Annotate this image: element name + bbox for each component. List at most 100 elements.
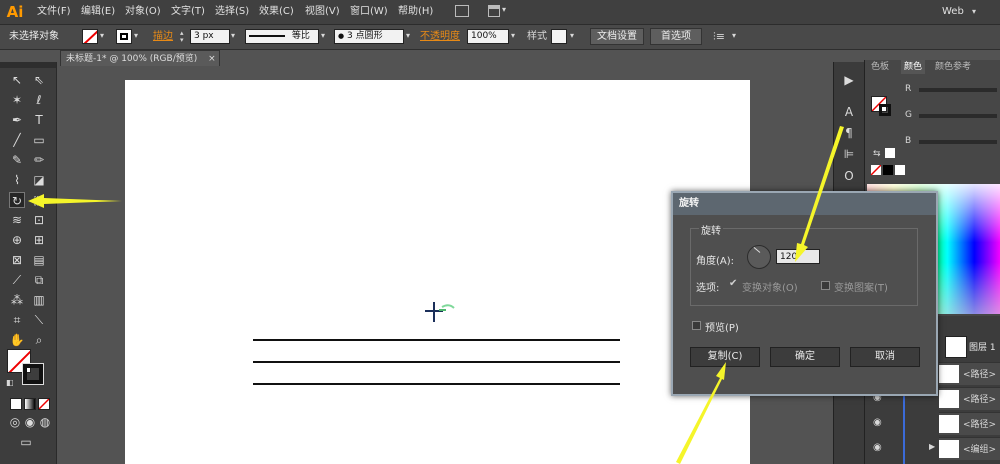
layer-row[interactable]: <路径> <box>939 362 1000 385</box>
artboard-tool-icon[interactable]: ⌗ <box>9 312 25 328</box>
draw-normal-icon[interactable]: ◎ <box>7 414 23 430</box>
horizontal-path[interactable] <box>253 339 620 341</box>
slider-r[interactable] <box>919 88 997 92</box>
chevron-down-icon[interactable]: ▾ <box>502 5 506 14</box>
chevron-down-icon[interactable]: ▾ <box>134 31 138 40</box>
workspace-switcher[interactable]: Web <box>942 0 964 24</box>
horizontal-path[interactable] <box>253 383 620 385</box>
shape-builder-tool-icon[interactable]: ⊕ <box>9 232 25 248</box>
magic-wand-tool-icon[interactable]: ✶ <box>9 92 25 108</box>
hand-tool-icon[interactable]: ✋ <box>9 332 25 348</box>
transform-objects-option[interactable]: 变换对象(O) <box>742 279 798 294</box>
menu-select[interactable]: 选择(S) <box>215 0 249 24</box>
tab-color[interactable]: 颜色 <box>901 60 926 74</box>
chevron-down-icon[interactable]: ▾ <box>100 31 104 40</box>
menu-object[interactable]: 对象(O) <box>125 0 161 24</box>
menu-type[interactable]: 文字(T) <box>171 0 205 24</box>
chevron-down-icon[interactable]: ▾ <box>406 31 410 40</box>
graphic-style-swatch[interactable] <box>551 29 567 44</box>
paintbrush-tool-icon[interactable]: ✎ <box>9 152 25 168</box>
horizontal-path[interactable] <box>253 361 620 363</box>
preview-label[interactable]: 预览(P) <box>705 319 739 334</box>
stroke-label[interactable]: 描边 <box>153 28 173 45</box>
slider-b[interactable] <box>919 140 997 144</box>
color-mode-icon[interactable] <box>10 398 22 410</box>
none-swatch[interactable] <box>870 164 882 176</box>
free-transform-tool-icon[interactable]: ⊡ <box>31 212 47 228</box>
align-icon[interactable]: ⫶≡ <box>713 28 725 45</box>
draw-inside-icon[interactable]: ◍ <box>37 414 53 430</box>
dialog-title[interactable]: 旋转 <box>673 193 936 215</box>
glyph-icon[interactable]: O <box>841 168 857 184</box>
chevron-down-icon[interactable]: ▾ <box>732 31 736 40</box>
rectangle-tool-icon[interactable]: ▭ <box>31 132 47 148</box>
preferences-button[interactable]: 首选项 <box>650 28 702 45</box>
panel-stroke-swatch[interactable] <box>879 104 891 116</box>
paragraph-icon[interactable]: ¶ <box>841 125 857 141</box>
menu-view[interactable]: 视图(V) <box>305 0 340 24</box>
eraser-tool-icon[interactable]: ◪ <box>31 172 47 188</box>
scale-tool-icon[interactable]: ⬚ <box>31 192 47 208</box>
selection-tool-icon[interactable]: ↖ <box>9 72 25 88</box>
zoom-tool-icon[interactable]: ⌕ <box>31 332 47 348</box>
artboard[interactable] <box>125 80 750 464</box>
draw-behind-icon[interactable]: ◉ <box>22 414 38 430</box>
menu-help[interactable]: 帮助(H) <box>398 0 433 24</box>
checkmark-icon[interactable]: ✔ <box>729 278 737 289</box>
visibility-eye-icon[interactable]: ◉ <box>873 442 882 453</box>
rotate-tool-icon[interactable]: ↻ <box>9 192 25 208</box>
pen-tool-icon[interactable]: ✒ <box>9 112 25 128</box>
white-swatch[interactable] <box>895 165 905 175</box>
ok-button[interactable]: 确定 <box>770 347 840 367</box>
document-setup-button[interactable]: 文档设置 <box>590 28 644 45</box>
gradient-tool-icon[interactable]: ▤ <box>31 252 47 268</box>
swap-icon[interactable]: ⇆ <box>873 149 881 159</box>
white-swatch[interactable] <box>885 148 895 158</box>
slice-tool-icon[interactable]: ⟍ <box>31 312 47 328</box>
layer-name[interactable]: 图层 1 <box>969 340 996 353</box>
fill-color-swatch[interactable] <box>82 29 98 44</box>
play-icon[interactable]: ▶ <box>841 72 857 88</box>
chevron-down-icon[interactable]: ▾ <box>511 31 515 40</box>
lasso-tool-icon[interactable]: ℓ <box>31 92 47 108</box>
brush-definition[interactable]: ● 3 点圆形 <box>334 29 404 44</box>
column-graph-tool-icon[interactable]: ▥ <box>31 292 47 308</box>
opacity-input[interactable]: 100% <box>467 29 509 44</box>
close-icon[interactable]: × <box>208 54 216 64</box>
blob-brush-tool-icon[interactable]: ⌇ <box>9 172 25 188</box>
angle-dial-icon[interactable] <box>747 245 771 269</box>
gradient-mode-icon[interactable] <box>24 398 36 410</box>
default-colors-icon[interactable]: ◧ <box>6 378 14 387</box>
type-tool-icon[interactable]: T <box>31 112 47 128</box>
symbol-sprayer-tool-icon[interactable]: ⁂ <box>9 292 25 308</box>
arrange-documents-icon[interactable] <box>488 5 500 17</box>
opacity-label[interactable]: 不透明度 <box>420 28 460 45</box>
layer-row[interactable]: <编组> <box>939 437 1000 460</box>
menu-edit[interactable]: 编辑(E) <box>81 0 115 24</box>
slider-g[interactable] <box>919 114 997 118</box>
copy-button[interactable]: 复制(C) <box>690 347 760 367</box>
layer-row[interactable]: <路径> <box>939 387 1000 410</box>
screen-mode-icon[interactable]: ▭ <box>18 434 34 450</box>
stroke-swatch[interactable] <box>22 363 44 385</box>
mesh-tool-icon[interactable]: ⊠ <box>9 252 25 268</box>
chevron-down-icon[interactable]: ▾ <box>972 0 976 24</box>
tab-swatches[interactable]: 色板 <box>871 60 889 74</box>
chevron-down-icon[interactable]: ▾ <box>231 31 235 40</box>
character-icon[interactable]: A <box>841 104 857 120</box>
warp-tool-icon[interactable]: ≋ <box>9 212 25 228</box>
tab-color-guide[interactable]: 颜色参考 <box>935 60 971 74</box>
transform-patterns-option[interactable]: 变换图案(T) <box>834 279 888 294</box>
stepper-icon[interactable]: ▴ ▾ <box>180 30 184 44</box>
expand-triangle-icon[interactable]: ▶ <box>929 442 935 451</box>
none-mode-icon[interactable] <box>38 398 50 410</box>
variable-width-profile[interactable]: 等比 <box>245 29 319 44</box>
perspective-grid-tool-icon[interactable]: ⊞ <box>31 232 47 248</box>
preview-checkbox[interactable] <box>692 321 701 330</box>
menu-effect[interactable]: 效果(C) <box>259 0 294 24</box>
line-tool-icon[interactable]: ╱ <box>9 132 25 148</box>
chevron-down-icon[interactable]: ▾ <box>570 31 574 40</box>
black-swatch[interactable] <box>883 165 893 175</box>
direct-selection-tool-icon[interactable]: ⇖ <box>31 72 47 88</box>
panel-grip[interactable] <box>0 62 56 68</box>
